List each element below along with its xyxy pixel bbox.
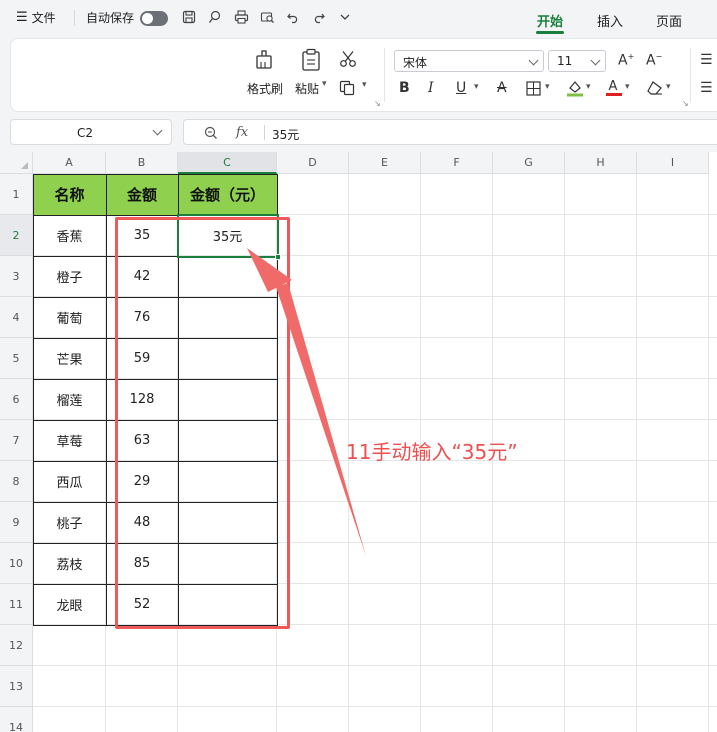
annotation-text: 11手动输入“35元” xyxy=(346,440,518,464)
annotation-arrow xyxy=(247,248,366,556)
